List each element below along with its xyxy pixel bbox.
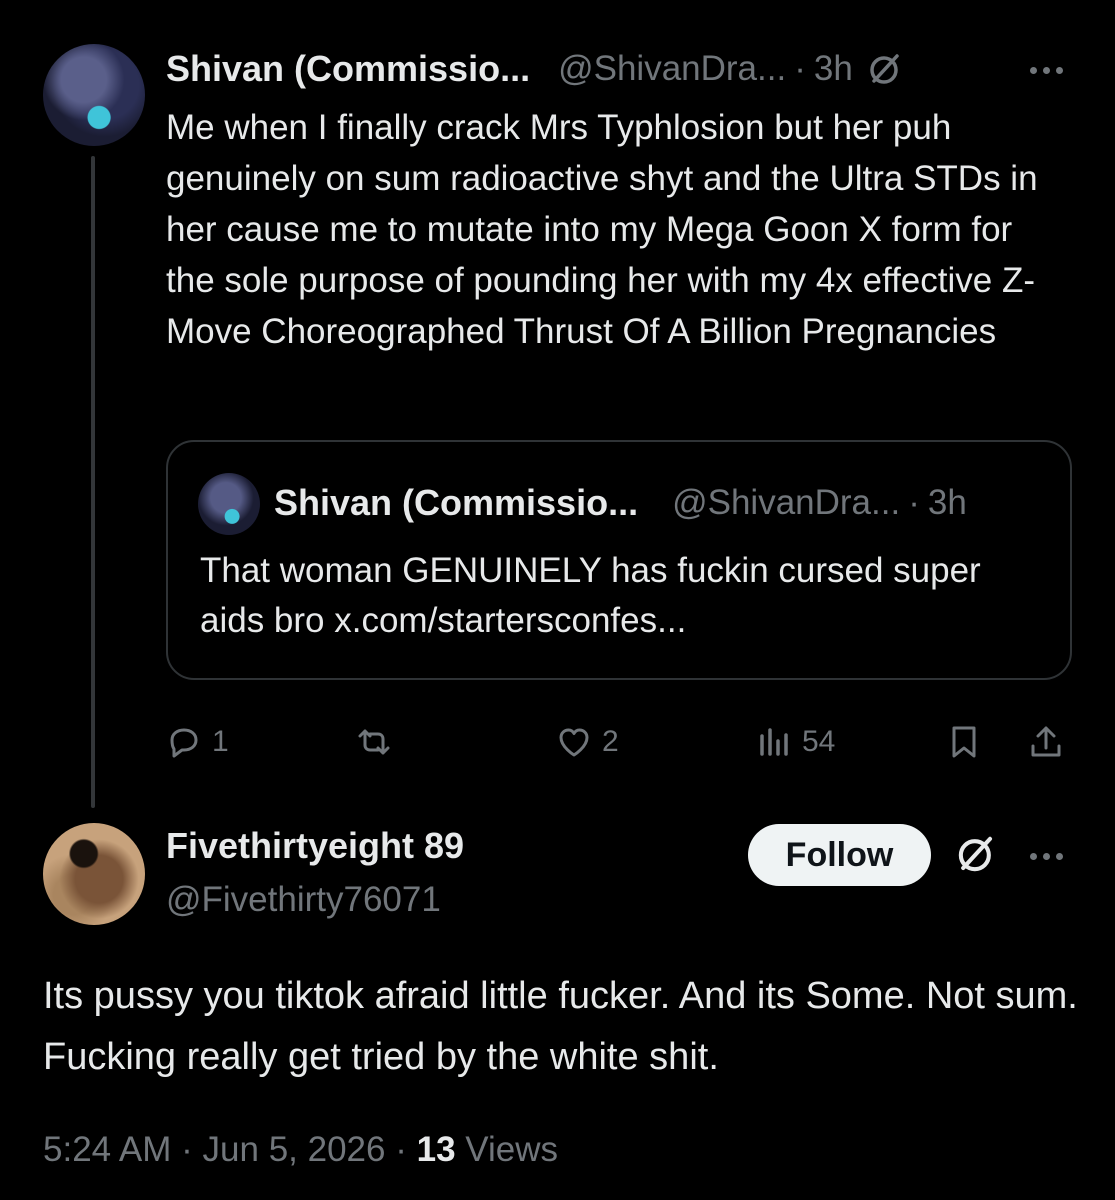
share-button[interactable] bbox=[1028, 716, 1064, 768]
separator: · bbox=[181, 1130, 193, 1169]
reply-text: Its pussy you tiktok afraid little fucke… bbox=[43, 975, 1078, 1078]
quoted-author-handle: @ShivanDra... bbox=[672, 483, 901, 522]
more-icon[interactable] bbox=[1030, 60, 1072, 80]
tweet-meta: 5:24 AM · Jun 5, 2026 · 13 Views bbox=[43, 1130, 558, 1170]
post-date[interactable]: Jun 5, 2026 bbox=[203, 1130, 386, 1169]
tweet-header: Shivan (Commissio... @ShivanDra... · 3h bbox=[166, 44, 903, 94]
heart-icon bbox=[559, 728, 589, 757]
grok-icon[interactable] bbox=[955, 833, 997, 875]
separator: · bbox=[794, 49, 806, 88]
separator: · bbox=[908, 483, 920, 522]
bookmark-button[interactable] bbox=[946, 716, 982, 768]
avatar[interactable] bbox=[43, 44, 145, 146]
like-button[interactable]: 2 bbox=[556, 716, 619, 768]
quoted-header: Shivan (Commissio... @ShivanDra... · 3h bbox=[274, 478, 967, 528]
author-handle[interactable]: @Fivethirty76071 bbox=[166, 880, 441, 920]
quoted-author-name: Shivan (Commissio... bbox=[274, 482, 639, 523]
action-bar: 1 2 54 bbox=[166, 716, 1072, 768]
author-name[interactable]: Fivethirtyeight 89 bbox=[166, 825, 464, 867]
follow-button[interactable]: Follow bbox=[748, 824, 931, 886]
bookmark-icon bbox=[952, 726, 976, 758]
avatar[interactable] bbox=[43, 823, 145, 925]
author-name[interactable]: Shivan (Commissio... bbox=[166, 48, 530, 90]
share-icon bbox=[1031, 726, 1061, 757]
quoted-avatar bbox=[198, 473, 260, 535]
reply-button[interactable]: 1 bbox=[166, 716, 229, 768]
retweet-button[interactable] bbox=[356, 716, 392, 768]
author-handle[interactable]: @ShivanDra... bbox=[558, 49, 786, 89]
reply-icon bbox=[170, 728, 198, 758]
quoted-text: That woman GENUINELY has fuckin cursed s… bbox=[200, 551, 981, 640]
separator: · bbox=[395, 1130, 407, 1169]
like-count: 2 bbox=[602, 725, 619, 758]
grok-icon[interactable] bbox=[867, 51, 903, 87]
retweet-icon bbox=[358, 729, 390, 755]
tweet-text: Me when I finally crack Mrs Typhlosion b… bbox=[166, 108, 1038, 351]
views-button[interactable]: 54 bbox=[756, 716, 835, 768]
reply-count: 1 bbox=[212, 725, 229, 758]
quoted-timestamp: 3h bbox=[927, 483, 967, 522]
thread-line bbox=[91, 156, 95, 808]
views-label: Views bbox=[465, 1130, 559, 1169]
post-time[interactable]: 5:24 AM bbox=[43, 1130, 171, 1169]
views-icon bbox=[760, 728, 788, 756]
views-count: 13 bbox=[416, 1130, 456, 1169]
timestamp[interactable]: 3h bbox=[814, 49, 853, 89]
more-icon[interactable] bbox=[1030, 846, 1072, 866]
views-count: 54 bbox=[802, 725, 836, 758]
